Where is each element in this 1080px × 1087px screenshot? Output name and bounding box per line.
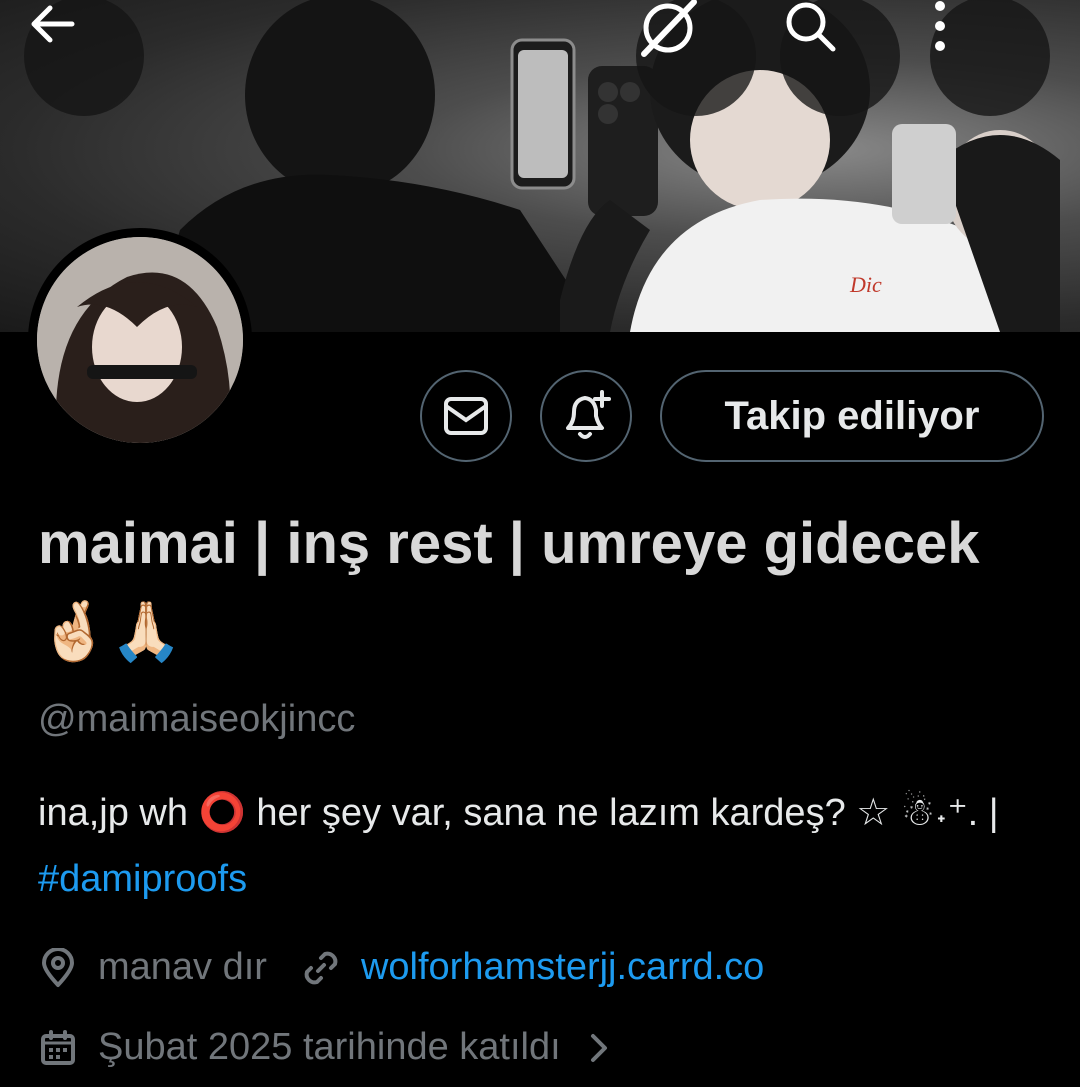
meta-row-location-website: manav dır wolforhamsterjj.carrd.co	[38, 946, 764, 989]
link-icon	[301, 948, 341, 988]
location-icon	[38, 947, 78, 988]
more-button[interactable]	[930, 0, 1050, 116]
svg-text:Dic: Dic	[849, 272, 882, 297]
envelope-icon	[444, 397, 488, 435]
avatar-image	[37, 237, 243, 443]
following-button[interactable]: Takip ediliyor	[660, 370, 1044, 462]
following-button-label: Takip ediliyor	[724, 393, 980, 438]
back-button[interactable]	[24, 0, 144, 116]
bio-text: ina,jp wh ⭕ her şey var, sana ne lazım k…	[38, 792, 999, 834]
display-name: maimai | inş rest | umreye gidecek 🤞🏻🙏🏻	[38, 511, 980, 664]
bio-hashtag-link[interactable]: #damiproofs	[38, 858, 247, 900]
notify-button[interactable]	[540, 370, 632, 462]
arrow-left-icon	[31, 5, 75, 43]
more-vertical-icon	[935, 1, 945, 51]
chevron-right-icon	[587, 1030, 611, 1066]
location-text: manav dır	[98, 946, 267, 988]
grok-button[interactable]	[636, 0, 756, 116]
user-handle: @maimaiseokjincc	[38, 698, 356, 740]
joined-date-text: Şubat 2025 tarihinde katıldı	[98, 1026, 561, 1068]
grok-icon	[641, 0, 697, 57]
search-icon	[786, 2, 836, 52]
bell-plus-icon	[566, 390, 611, 439]
calendar-icon	[38, 1028, 78, 1068]
avatar[interactable]	[28, 228, 252, 452]
bio: ina,jp wh ⭕ her şey var, sana ne lazım k…	[38, 780, 1048, 912]
meta-row-joined[interactable]: Şubat 2025 tarihinde katıldı	[38, 1026, 611, 1069]
message-button[interactable]	[420, 370, 512, 462]
search-button[interactable]	[780, 0, 900, 116]
website-link[interactable]: wolforhamsterjj.carrd.co	[361, 946, 764, 989]
